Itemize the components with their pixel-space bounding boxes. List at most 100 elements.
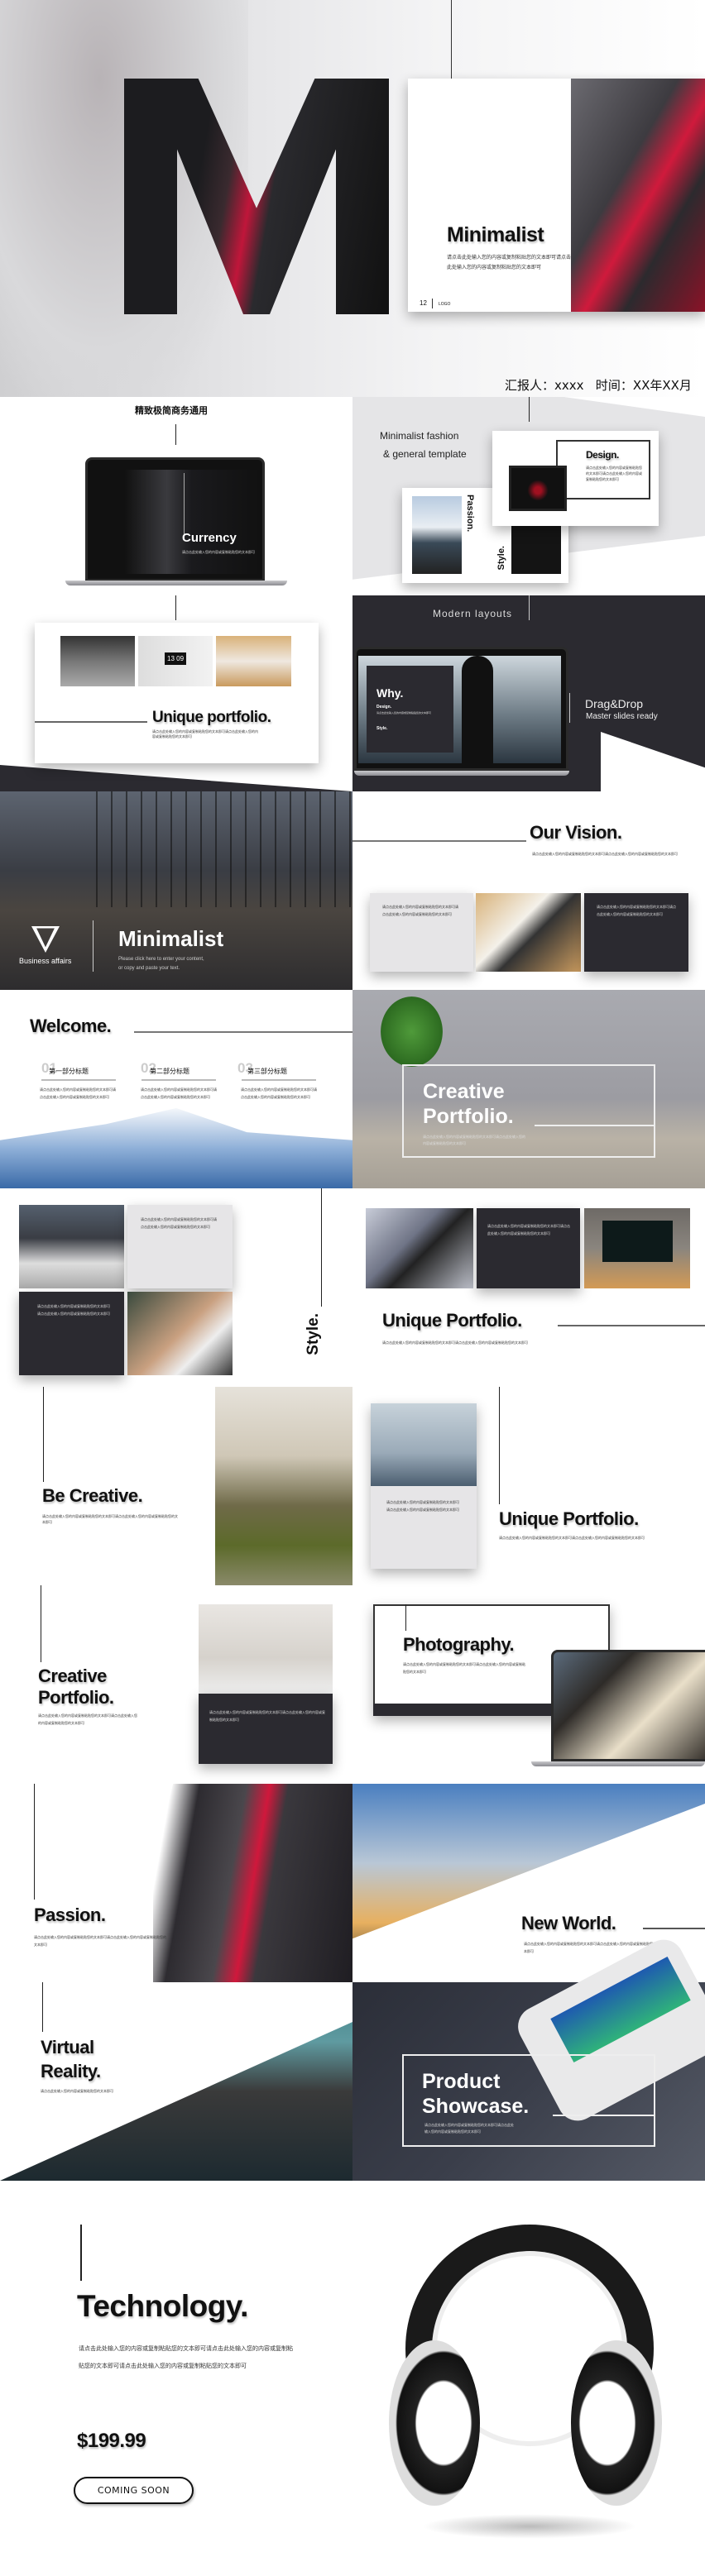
be-creative-body: 请点击此处输入您的内容或复制粘贴您的文本即可请点击此处输入您的内容或复制粘贴您的… [42,1514,178,1524]
building-photo [0,1108,352,1188]
subtitle: 精致极简商务通用 [135,405,208,416]
modern-layouts: Modern layouts [433,608,513,619]
virtual-heading-2: Reality. [41,2061,101,2081]
creative-title-2: Portfolio. [423,1105,514,1128]
divider [242,1079,316,1081]
virtual-body: 请点击此处输入您的内容或复制粘贴您的文本即可 [41,2089,113,2093]
tagline-1: Minimalist fashion [380,430,459,442]
photo-suit [19,1205,124,1288]
divider [569,693,570,723]
photo-phone [366,1208,473,1288]
guitars-card-body: 请点击此处输入您的内容或复制粘贴您的文本即可请点击此处输入您的内容或复制粘贴您的… [209,1710,325,1722]
passion-photo [412,496,462,574]
photo-guitars [199,1604,333,1694]
screen-line [184,473,185,539]
hero-body: 请点击此处输入您的内容或复制粘贴您的文本即可请点击此处输入您的内容或复制粘贴您的… [447,255,572,270]
section-label: 第一部分标题 [49,1068,89,1075]
why-title: Why. [376,686,404,700]
laptop-base [65,581,287,585]
card-body: 请点击此处输入您的内容或复制粘贴您的文本即可请点击此处输入您的内容或复制粘贴您的… [382,905,458,916]
divider [34,1784,35,1900]
design-label: Design. [586,449,619,461]
sub-2: or copy and paste your text. [118,966,180,971]
laptop-notebook [551,1650,705,1761]
unique-portfolio-body-7: 请点击此处输入您的内容或复制粘贴您的文本即可请点击此处输入您的内容或复制粘贴您的… [499,1536,645,1540]
virtual-heading-1: Virtual [41,2037,94,2057]
card-body: 请点击此处输入您的内容或复制粘贴您的文本即可请点击此处输入您的内容或复制粘贴您的… [597,905,676,916]
divider [80,2225,82,2281]
card-body: 请点击此处输入您的内容或复制粘贴您的文本即可请点击此处输入您的内容或复制粘贴您的… [487,1224,570,1235]
divider [643,1928,705,1929]
welcome-title: Welcome. [30,1016,112,1036]
passion-body: 请点击此处输入您的内容或复制粘贴您的文本即可请点击此处输入您的内容或复制粘贴您的… [34,1935,166,1947]
photo-passion-model [153,1784,352,1982]
bridge-cables [83,791,352,907]
design-body: 请点击此处输入您的内容或复制粘贴您的文本即可请点击此处输入您的内容或复制粘贴您的… [586,466,642,481]
section-label: 第三部分标题 [247,1068,287,1075]
photo-cliff [215,1387,352,1585]
divider [35,721,147,723]
creative-heading-2: Portfolio. [38,1687,114,1708]
dark-wedge [0,765,352,791]
divider [321,1188,322,1307]
person-silhouette [462,656,493,763]
creative-heading-1: Creative [38,1666,107,1686]
be-creative-heading: Be Creative. [42,1485,143,1506]
section-body: 请点击此处输入您的内容或复制粘贴您的文本即可请点击此处输入您的内容或复制粘贴您的… [241,1087,317,1099]
vision-body: 请点击此处输入您的内容或复制粘贴您的文本即可请点击此处输入您的内容或复制粘贴您的… [532,852,678,856]
passion-label: Passion. [465,495,475,533]
hero-card-photo [571,79,705,312]
design-laptop [509,466,567,511]
style-vertical-text: Style. [305,1313,322,1355]
imac-screen [602,1221,673,1262]
section-body: 请点击此处输入您的内容或复制粘贴您的文本即可请点击此处输入您的内容或复制粘贴您的… [141,1087,217,1099]
left-earcup [389,2340,480,2506]
divider [499,1387,500,1504]
unique-portfolio-heading-6: Unique Portfolio. [382,1310,522,1331]
unique-card-dark [477,1208,580,1288]
reporter-info: 汇报人：xxxx 时间：XX年XX月 [505,378,692,393]
passion-heading: Passion. [34,1905,106,1925]
style-label: Style. [496,546,506,571]
section-label: 第二部分标题 [150,1068,189,1075]
hero-title: Minimalist [447,223,544,246]
headphones-shadow [422,2514,637,2539]
laptop-body: 请点击此处输入您的内容或复制粘贴您的文本即可 [182,550,255,554]
photography-body: 请点击此处输入您的内容或复制粘贴您的文本即可请点击此处输入您的内容或复制粘贴您的… [403,1662,525,1674]
why-design-body: 请点击此处输入您的内容或复制粘贴您的文本即可 [376,711,432,714]
why-style: Style. [376,726,388,731]
product-body: 请点击此处输入您的内容或复制粘贴您的文本即可请点击此处输入您的内容或复制粘贴您的… [424,2123,514,2134]
photo-ampersand [60,636,135,686]
laptop-screen [358,656,561,763]
style-photo [511,526,561,574]
divider [352,840,526,842]
our-vision-title: Our Vision. [530,822,622,843]
unique-portfolio-body: 请点击此处输入您的内容或复制粘贴您的文本即可请点击此处输入您的内容或复制粘贴您的… [382,1341,528,1345]
divider [134,1031,352,1033]
card-body: 请点击此处输入您的内容或复制粘贴您的文本即可请点击此处输入您的内容或复制粘贴您的… [141,1217,217,1229]
price: $199.99 [77,2430,146,2452]
laptop-base [531,1761,705,1766]
divider [175,595,176,620]
vision-photo [476,893,581,972]
why-design: Design. [376,705,392,710]
divider [43,1387,44,1482]
card-body: 请点击此处输入您的内容或复制粘贴您的文本即可请点击此处输入您的内容或复制粘贴您的… [37,1304,110,1316]
divider [405,1604,406,1631]
business-affairs: Business affairs [19,957,72,965]
divider [175,424,176,445]
new-world-heading: New World. [521,1913,616,1933]
photography-heading: Photography. [403,1634,515,1655]
technology-title: Technology. [77,2289,248,2323]
laptop-currency [85,457,265,581]
coming-soon-button[interactable]: COMING SOON [74,2477,194,2504]
divider [558,1325,705,1326]
right-earcup [571,2340,662,2506]
divider [553,2115,655,2116]
master-slides: Master slides ready [586,712,658,721]
laptop-base [354,771,569,776]
photo-typing [127,1292,233,1375]
laptop-title: Currency [182,531,237,545]
clock-text: 13 09 [165,652,187,665]
creative-body: 请点击此处输入您的内容或复制粘贴您的文本即可请点击此处输入您的内容或复制粘贴您的… [423,1135,525,1145]
